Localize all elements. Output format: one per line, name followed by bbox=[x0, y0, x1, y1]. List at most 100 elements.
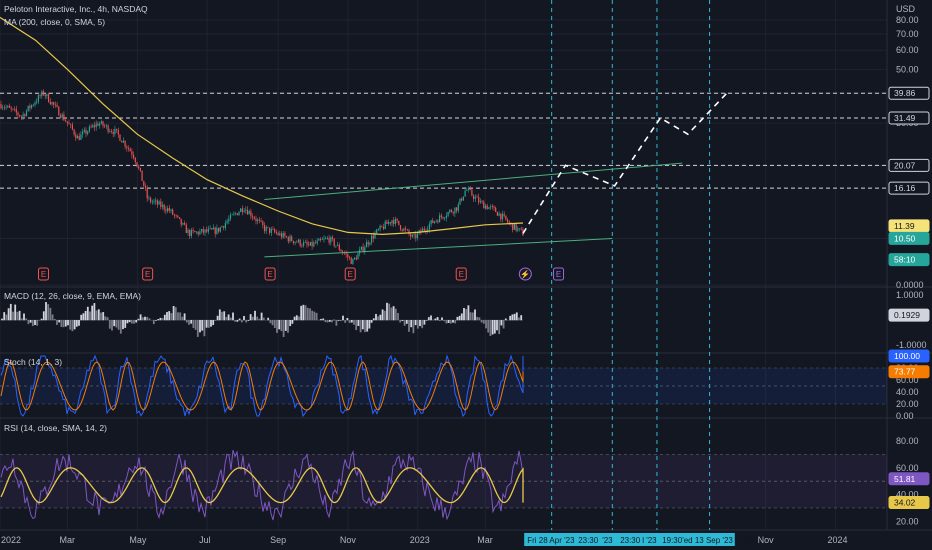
price-tag-text: 11.39 bbox=[894, 221, 915, 231]
candle-body bbox=[405, 228, 407, 230]
candle-body bbox=[53, 102, 55, 105]
candle-body bbox=[505, 215, 507, 220]
macd-bar bbox=[344, 320, 347, 323]
macd-bar bbox=[438, 320, 441, 322]
macd-bar bbox=[172, 305, 175, 321]
time-tick-label[interactable]: Jul bbox=[199, 535, 211, 545]
time-tick-label[interactable]: 2022 bbox=[1, 535, 21, 545]
rsi-tick-label[interactable]: 60.00 bbox=[896, 463, 919, 473]
candle-body bbox=[100, 121, 102, 124]
candle-body bbox=[337, 244, 339, 246]
candle-body bbox=[223, 226, 225, 228]
macd-bar bbox=[137, 318, 140, 321]
macd-bar bbox=[513, 313, 516, 321]
candle-body bbox=[435, 220, 437, 222]
candle-body bbox=[403, 228, 405, 231]
candle-body bbox=[78, 136, 80, 140]
macd-bar bbox=[434, 318, 437, 321]
price-tick-label[interactable]: 80.00 bbox=[896, 15, 919, 25]
time-tick-label[interactable]: 2023 bbox=[410, 535, 430, 545]
macd-bar bbox=[23, 313, 25, 321]
candle-body bbox=[277, 233, 279, 235]
stoch-tick-label[interactable]: 40.00 bbox=[896, 387, 919, 397]
time-tag-text: 23:30 bbox=[620, 536, 641, 545]
stoch-d-tag: 73.77 bbox=[888, 365, 930, 379]
price-tick-label[interactable]: 50.00 bbox=[896, 64, 919, 74]
time-tick-label[interactable]: 2024 bbox=[827, 535, 847, 545]
rsi-tick-label[interactable]: 80.00 bbox=[896, 436, 919, 446]
time-tick-label[interactable]: Mar bbox=[477, 535, 493, 545]
trading-chart[interactable]: E E E E E ⚡ E Peloton Interactive, Inc., 4h, N… bbox=[0, 0, 932, 550]
macd-bar bbox=[144, 316, 146, 321]
candle-body bbox=[483, 201, 485, 209]
macd-bar bbox=[493, 320, 496, 334]
rsi-tick-label[interactable]: 20.00 bbox=[896, 516, 919, 526]
macd-bar bbox=[203, 320, 206, 337]
candle-body bbox=[501, 213, 504, 220]
macd-bar bbox=[452, 320, 454, 323]
price-tick-label[interactable]: 70.00 bbox=[896, 29, 919, 39]
stoch-tick-label[interactable]: 0.00 bbox=[896, 411, 914, 421]
price-tick-label[interactable]: 60.00 bbox=[896, 45, 919, 55]
time-tick-label[interactable]: Nov bbox=[758, 535, 775, 545]
candle-body bbox=[459, 198, 461, 205]
candle-body bbox=[156, 200, 158, 205]
time-tick-label[interactable]: May bbox=[129, 535, 147, 545]
macd-tick-label[interactable]: -1.0000 bbox=[896, 340, 927, 350]
macd-bar bbox=[416, 320, 419, 329]
macd-bar bbox=[179, 312, 182, 321]
ma-legend[interactable]: MA (200, close, 0, SMA, 5) bbox=[4, 17, 105, 27]
macd-bar bbox=[212, 320, 215, 326]
candle-body bbox=[481, 201, 483, 202]
macd-bar bbox=[401, 320, 404, 321]
macd-bar bbox=[69, 320, 72, 330]
macd-bar bbox=[383, 310, 386, 321]
time-tick-label[interactable]: Mar bbox=[60, 535, 76, 545]
candle-body bbox=[99, 123, 101, 126]
candle-body bbox=[386, 221, 388, 224]
earnings-marker[interactable]: E bbox=[264, 267, 276, 281]
candle-body bbox=[340, 249, 342, 252]
macd-bar bbox=[135, 320, 138, 323]
stoch-legend[interactable]: Stoch (14, 1, 3) bbox=[4, 357, 62, 367]
macd-bar bbox=[170, 313, 173, 321]
earnings-marker[interactable]: E bbox=[37, 267, 49, 281]
candle-body bbox=[211, 228, 213, 230]
earnings-marker[interactable]: E bbox=[455, 267, 467, 281]
candle-body bbox=[379, 225, 381, 230]
candle-body bbox=[126, 146, 128, 148]
earnings-marker[interactable]: ⚡ bbox=[518, 267, 532, 281]
earnings-marker-label: E bbox=[556, 270, 561, 279]
rsi-ma-tag-text: 34.02 bbox=[894, 498, 916, 508]
candle-body bbox=[372, 235, 374, 239]
macd-bar bbox=[14, 304, 17, 321]
macd-bar bbox=[276, 320, 278, 333]
candle-body bbox=[168, 208, 170, 211]
candle-body bbox=[269, 227, 271, 233]
earnings-marker[interactable]: E bbox=[344, 267, 356, 281]
macd-bar bbox=[124, 320, 127, 328]
macd-tick-label[interactable]: 1.0000 bbox=[896, 290, 924, 300]
macd-bar bbox=[273, 320, 276, 329]
rsi-legend[interactable]: RSI (14, close, SMA, 14, 2) bbox=[4, 423, 107, 433]
candle-body bbox=[236, 213, 238, 216]
time-tick-label[interactable]: Sep bbox=[270, 535, 286, 545]
earnings-marker[interactable]: E bbox=[553, 267, 565, 281]
candle-body bbox=[262, 221, 264, 226]
macd-legend[interactable]: MACD (12, 26, close, 9, EMA, EMA) bbox=[4, 291, 141, 301]
candle-body bbox=[304, 242, 306, 243]
earnings-marker[interactable]: E bbox=[142, 267, 154, 281]
macd-bar bbox=[269, 320, 272, 324]
symbol-title[interactable]: Peloton Interactive, Inc., 4h, NASDAQ bbox=[4, 4, 148, 14]
candle-body bbox=[216, 227, 218, 234]
time-tick-label[interactable]: Nov bbox=[340, 535, 357, 545]
macd-bar bbox=[390, 307, 393, 321]
candle-body bbox=[199, 231, 201, 235]
candle-body bbox=[469, 188, 471, 190]
stoch-tick-label[interactable]: 20.00 bbox=[896, 399, 919, 409]
price-tick-label[interactable]: 0.0000 bbox=[896, 280, 924, 290]
macd-bar bbox=[3, 312, 6, 321]
candle-body bbox=[330, 237, 332, 243]
time-tag-text: 19:30 bbox=[738, 536, 759, 545]
candle-body bbox=[297, 239, 300, 243]
